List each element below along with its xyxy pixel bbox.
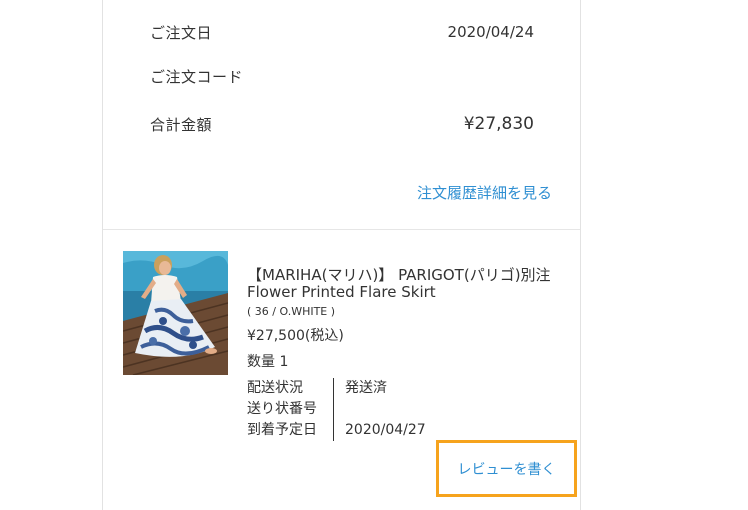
page: ご注文日 2020/04/24 ご注文コード 合計金額 ¥27,830 注文履歴…	[0, 0, 748, 510]
write-review-label: レビューを書く	[457, 461, 556, 478]
order-total-row: 合計金額 ¥27,830	[150, 112, 534, 136]
product-image[interactable]	[123, 251, 228, 375]
order-date-row: ご注文日 2020/04/24	[150, 20, 534, 44]
shipping-status-value: 発送済	[345, 380, 387, 396]
order-date-value: 2020/04/24	[447, 23, 534, 41]
order-total-value: ¥27,830	[463, 114, 534, 134]
product-variant: ( 36 / O.WHITE )	[247, 305, 336, 318]
order-date-label: ご注文日	[150, 23, 213, 42]
section-divider	[103, 229, 580, 230]
write-review-button[interactable]: レビューを書く	[436, 440, 577, 497]
arrival-date-label: 到着予定日	[247, 420, 334, 441]
order-total-label: 合計金額	[150, 115, 213, 134]
product-name[interactable]: Flower Printed Flare Skirt	[247, 284, 560, 301]
tracking-number-row: 送り状番号	[247, 399, 426, 420]
product-photo-icon	[123, 251, 228, 375]
arrival-date-value: 2020/04/27	[345, 422, 426, 438]
product-quantity: 数量 1	[247, 354, 289, 370]
product-brand[interactable]: 【MARIHA(マリハ)】 PARIGOT(パリゴ)別注	[247, 266, 560, 284]
tracking-number-label: 送り状番号	[247, 399, 334, 420]
shipping-status-row: 配送状況 発送済	[247, 378, 426, 399]
shipping-status-label: 配送状況	[247, 378, 334, 399]
order-code-label: ご注文コード	[150, 67, 244, 86]
product-price: ¥27,500(税込)	[247, 328, 344, 344]
arrival-date-row: 到着予定日 2020/04/27	[247, 420, 426, 441]
order-code-row: ご注文コード	[150, 64, 534, 88]
order-detail-link[interactable]: 注文履歴詳細を見る	[417, 182, 552, 203]
tracking-number-value	[334, 399, 345, 420]
product-info: 【MARIHA(マリハ)】 PARIGOT(パリゴ)別注 Flower Prin…	[247, 266, 560, 371]
order-card: ご注文日 2020/04/24 ご注文コード 合計金額 ¥27,830 注文履歴…	[102, 0, 581, 510]
shipping-info: 配送状況 発送済 送り状番号 到着予定日 2020/04/27	[247, 378, 426, 441]
